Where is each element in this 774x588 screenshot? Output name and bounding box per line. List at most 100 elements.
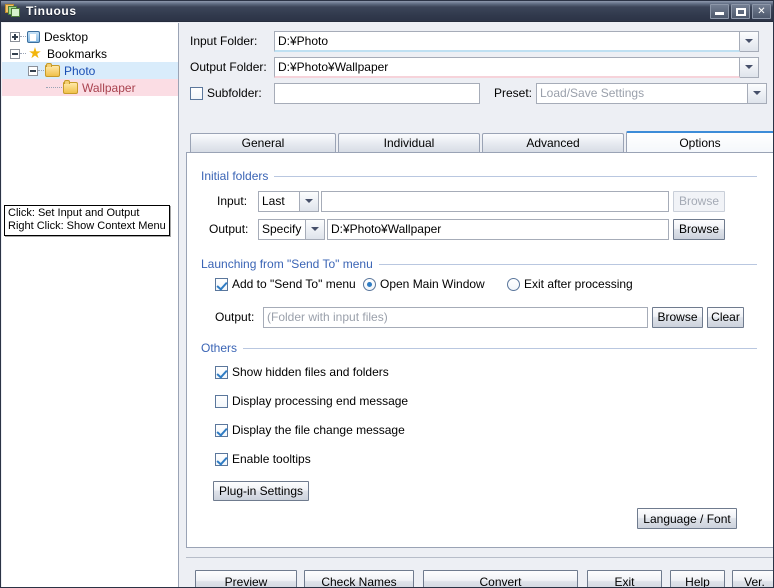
tree-item-photo[interactable]: Photo (2, 62, 178, 79)
input-folder-dropdown-button[interactable] (740, 30, 759, 52)
preview-button[interactable]: Preview (195, 570, 297, 587)
input-folder-label: Input Folder: (190, 34, 258, 48)
chevron-down-icon (311, 227, 319, 231)
others-group-title: Others (201, 341, 757, 355)
display-file-change-checkbox[interactable] (215, 423, 228, 437)
initial-input-mode-select[interactable]: Last (258, 190, 300, 212)
send-to-output-row: Output: (Folder with input files) Browse… (215, 305, 762, 329)
folder-tree-panel[interactable]: Desktop ★ Bookmarks Photo Wallpaper (2, 23, 179, 587)
tree-item-label: Bookmarks (47, 46, 108, 61)
initial-output-path-field[interactable]: D:¥Photo¥Wallpaper (327, 218, 669, 240)
show-hidden-files-label: Show hidden files and folders (232, 365, 389, 379)
ver-button[interactable]: Ver. (732, 570, 773, 587)
chevron-down-icon (753, 91, 761, 95)
subfolder-input[interactable] (274, 82, 480, 104)
initial-output-mode-dropdown-button[interactable] (306, 218, 325, 240)
exit-after-processing-radio[interactable] (507, 277, 520, 291)
help-button[interactable]: Help (670, 570, 725, 587)
output-folder-row: Output Folder: D:¥Photo¥Wallpaper (190, 55, 773, 79)
enable-tooltips-checkbox[interactable] (215, 452, 228, 466)
output-folder-input[interactable]: D:¥Photo¥Wallpaper (274, 56, 740, 78)
app-window: Tinuous ✕ Desktop ★ Bookmarks Photo Wall… (0, 0, 774, 588)
tree-item-bookmarks[interactable]: ★ Bookmarks (2, 45, 178, 62)
display-file-change-label: Display the file change message (232, 423, 405, 437)
language-font-button[interactable]: Language / Font (637, 508, 737, 529)
expander-minus-icon[interactable] (10, 48, 20, 59)
exit-after-processing-radio-row[interactable]: Exit after processing (507, 277, 633, 291)
display-file-change-checkbox-row[interactable]: Display the file change message (215, 423, 405, 437)
plugin-settings-button[interactable]: Plug-in Settings (213, 481, 309, 501)
send-to-browse-button[interactable]: Browse (652, 306, 703, 328)
minimize-button[interactable] (710, 3, 729, 19)
open-main-window-label: Open Main Window (380, 277, 485, 291)
display-processing-end-checkbox-row[interactable]: Display processing end message (215, 394, 408, 408)
subfolder-label: Subfolder: (207, 86, 262, 100)
send-to-output-placeholder: (Folder with input files) (267, 310, 388, 324)
expander-plus-icon[interactable] (10, 31, 20, 42)
display-processing-end-checkbox[interactable] (215, 394, 228, 408)
show-hidden-files-checkbox-row[interactable]: Show hidden files and folders (215, 365, 389, 379)
tree-item-label: Wallpaper (82, 80, 136, 95)
tab-general[interactable]: General (190, 133, 336, 153)
output-folder-dropdown-button[interactable] (740, 56, 759, 78)
window-title: Tinuous (26, 4, 77, 18)
initial-output-mode-select[interactable]: Specify (258, 218, 306, 240)
subfolder-checkbox[interactable] (190, 86, 203, 100)
input-folder-input[interactable]: D:¥Photo (274, 30, 740, 52)
maximize-button[interactable] (731, 3, 750, 19)
app-stacked-squares-icon (5, 3, 21, 19)
output-folder-label: Output Folder: (190, 60, 267, 74)
initial-output-browse-button[interactable]: Browse (673, 218, 725, 240)
tab-advanced[interactable]: Advanced (482, 133, 624, 153)
tree-item-label: Photo (64, 63, 96, 78)
convert-button[interactable]: Convert (423, 570, 578, 587)
preset-placeholder: Load/Save Settings (540, 86, 645, 100)
add-send-to-menu-label: Add to "Send To" menu (232, 277, 356, 291)
display-processing-end-label: Display processing end message (232, 394, 409, 408)
initial-output-path-value: D:¥Photo¥Wallpaper (331, 222, 442, 236)
tab-strip: General Individual Advanced Options (186, 131, 773, 153)
star-icon: ★ (28, 44, 42, 62)
initial-input-label: Input: (217, 194, 248, 208)
open-main-window-radio-row[interactable]: Open Main Window (363, 277, 485, 291)
tab-options[interactable]: Options (626, 131, 773, 153)
input-folder-value: D:¥Photo (278, 33, 329, 48)
initial-input-browse-button[interactable]: Browse (673, 190, 725, 212)
bottom-button-bar: Preview Check Names Convert Exit Help Ve… (186, 557, 773, 587)
tree-tooltip: Click: Set Input and Output Right Click:… (4, 205, 170, 236)
enable-tooltips-checkbox-row[interactable]: Enable tooltips (215, 452, 311, 466)
tree-item-desktop[interactable]: Desktop (2, 28, 178, 45)
send-to-output-input[interactable]: (Folder with input files) (263, 306, 648, 328)
open-main-window-radio[interactable] (363, 277, 376, 291)
output-folder-value: D:¥Photo¥Wallpaper (278, 59, 389, 74)
initial-input-path-field[interactable] (321, 190, 669, 212)
close-icon: ✕ (757, 5, 766, 17)
preset-input[interactable]: Load/Save Settings (536, 82, 748, 104)
main-pane: Input Folder: D:¥Photo Output Folder: D:… (186, 23, 773, 587)
tab-individual[interactable]: Individual (338, 133, 480, 153)
send-to-clear-button[interactable]: Clear (707, 306, 744, 328)
check-names-button[interactable]: Check Names (304, 570, 414, 587)
show-hidden-files-checkbox[interactable] (215, 365, 228, 379)
group-label: Launching from "Send To" menu (201, 257, 373, 271)
close-button[interactable]: ✕ (752, 3, 771, 19)
tooltip-line-1: Click: Set Input and Output (8, 207, 140, 219)
exit-after-processing-label: Exit after processing (524, 277, 633, 291)
folder-icon (63, 79, 78, 94)
initial-folders-group-title: Initial folders (201, 169, 757, 183)
group-divider (274, 175, 757, 177)
preset-label: Preset: (494, 86, 533, 100)
add-send-to-menu-checkbox[interactable] (215, 277, 228, 291)
add-send-to-menu-checkbox-row[interactable]: Add to "Send To" menu (215, 277, 356, 291)
preset-dropdown-button[interactable] (748, 82, 767, 104)
input-folder-row: Input Folder: D:¥Photo (190, 29, 773, 53)
send-to-group-title: Launching from "Send To" menu (201, 257, 757, 271)
expander-minus-icon[interactable] (28, 65, 38, 76)
folder-icon (45, 62, 60, 77)
tree-item-wallpaper[interactable]: Wallpaper (2, 79, 178, 96)
initial-input-mode-dropdown-button[interactable] (300, 190, 319, 212)
exit-button[interactable]: Exit (587, 570, 662, 587)
options-tab-panel: Initial folders Input: Last Browse Outpu… (186, 152, 773, 548)
tooltip-line-2: Right Click: Show Context Menu (8, 220, 166, 232)
group-divider (243, 347, 757, 349)
